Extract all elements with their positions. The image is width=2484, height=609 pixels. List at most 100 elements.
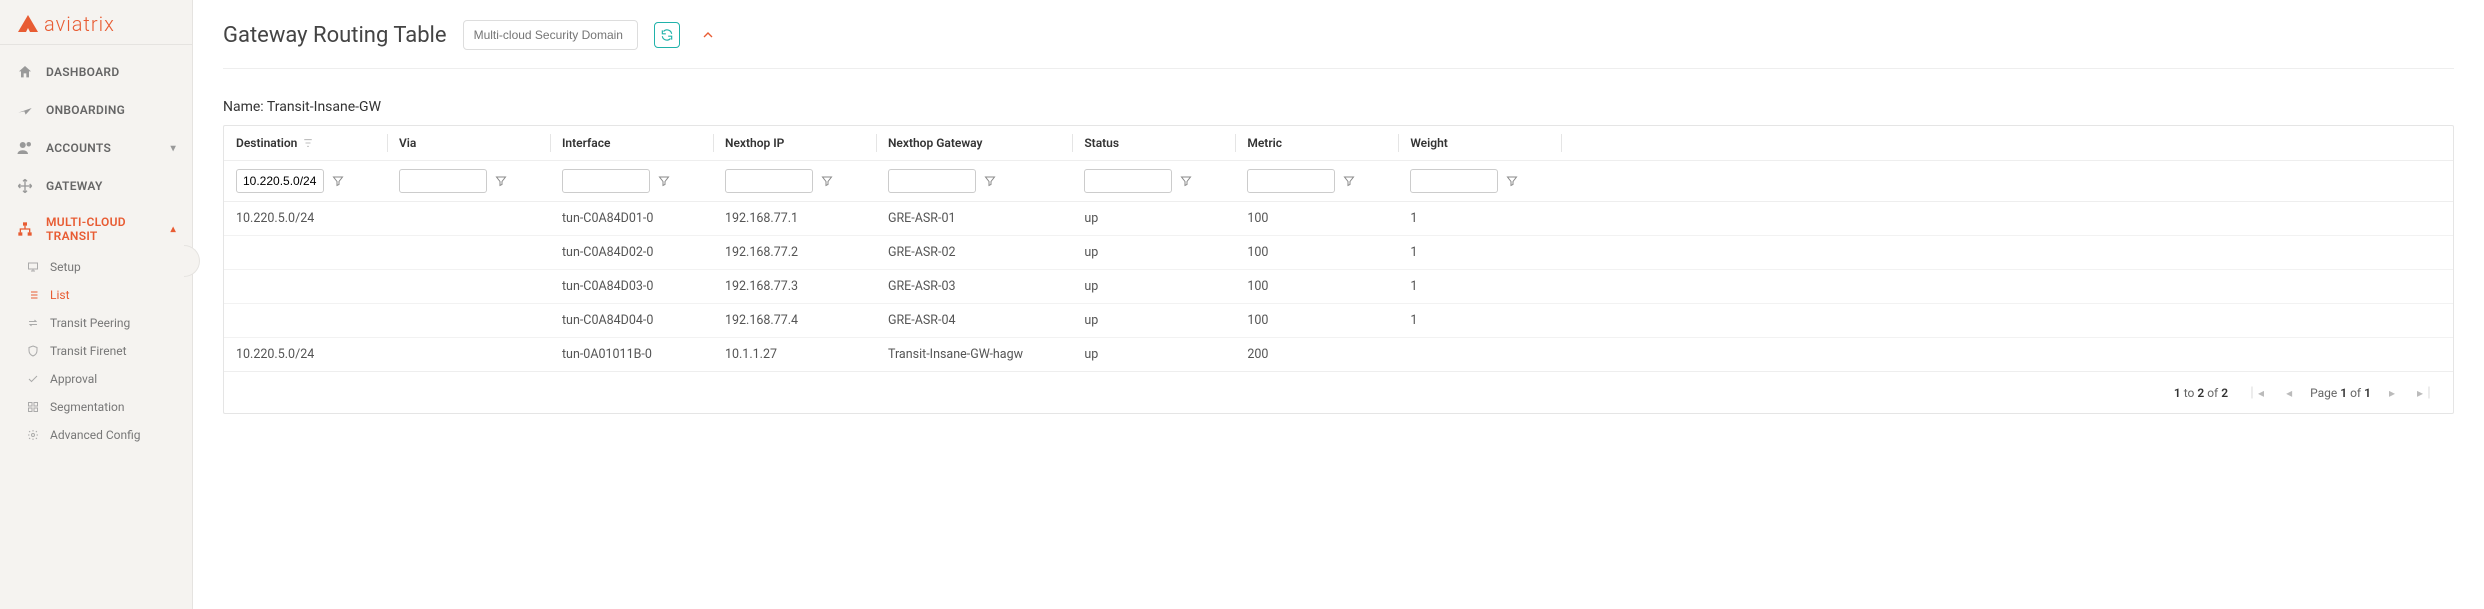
cell-nexthop_gw: GRE-ASR-03	[876, 270, 1072, 304]
cell-nexthop_ip: 10.1.1.27	[713, 338, 876, 372]
nav-onboarding[interactable]: ONBOARDING	[0, 91, 192, 129]
filter-icon[interactable]	[1506, 175, 1518, 187]
sort-icon	[303, 138, 313, 148]
gateway-name: Name: Transit-Insane-GW	[223, 99, 2454, 115]
routing-table: Destination Via Interface Nexthop IP Nex…	[223, 125, 2454, 414]
filter-icon[interactable]	[495, 175, 507, 187]
cell-destination	[224, 236, 387, 270]
cell-via	[387, 270, 550, 304]
col-nexthop-gateway[interactable]: Nexthop Gateway	[876, 126, 1072, 161]
subnav-setup[interactable]: Setup	[0, 253, 192, 281]
monitor-icon	[26, 260, 40, 274]
logo-icon	[16, 12, 40, 36]
shield-icon	[26, 344, 40, 358]
pager-next-button[interactable]: ▸	[2385, 384, 2399, 402]
col-nexthop-ip[interactable]: Nexthop IP	[713, 126, 876, 161]
filter-nexthop-ip-input[interactable]	[725, 169, 813, 193]
cell-interface: tun-0A01011B-0	[550, 338, 713, 372]
subnav-label: Transit Firenet	[50, 344, 127, 358]
cell-weight: 1	[1398, 270, 1561, 304]
security-domain-input[interactable]	[463, 20, 638, 50]
cell-weight	[1398, 338, 1561, 372]
subnav-segmentation[interactable]: Segmentation	[0, 393, 192, 421]
nav-accounts[interactable]: ACCOUNTS ▾	[0, 129, 192, 167]
home-icon	[16, 63, 34, 81]
cell-nexthop_gw: GRE-ASR-02	[876, 236, 1072, 270]
col-interface[interactable]: Interface	[550, 126, 713, 161]
filter-icon[interactable]	[984, 175, 996, 187]
nav-label: GATEWAY	[46, 179, 176, 193]
col-weight[interactable]: Weight	[1398, 126, 1561, 161]
cell-nexthop_gw: GRE-ASR-04	[876, 304, 1072, 338]
table-row[interactable]: tun-C0A84D04-0192.168.77.4GRE-ASR-04up10…	[224, 304, 2453, 338]
sitemap-icon	[16, 220, 34, 238]
subnav-approval[interactable]: Approval	[0, 365, 192, 393]
filter-icon[interactable]	[332, 175, 344, 187]
table-row[interactable]: tun-C0A84D03-0192.168.77.3GRE-ASR-03up10…	[224, 270, 2453, 304]
filter-interface-input[interactable]	[562, 169, 650, 193]
caret-down-icon: ▾	[171, 143, 176, 154]
cell-weight: 1	[1398, 202, 1561, 236]
col-status[interactable]: Status	[1072, 126, 1235, 161]
nav-multi-cloud-transit[interactable]: MULTI-CLOUD TRANSIT ▴	[0, 205, 192, 253]
cell-nexthop_gw: Transit-Insane-GW-hagw	[876, 338, 1072, 372]
subnav-label: Approval	[50, 372, 97, 386]
filter-via-input[interactable]	[399, 169, 487, 193]
subnav-label: Segmentation	[50, 400, 125, 414]
col-metric[interactable]: Metric	[1235, 126, 1398, 161]
cell-status: up	[1072, 202, 1235, 236]
cell-nexthop_gw: GRE-ASR-01	[876, 202, 1072, 236]
chevron-up-icon	[700, 27, 716, 43]
nav-label: DASHBOARD	[46, 65, 176, 79]
main-content: Gateway Routing Table Name: Transit-Insa…	[193, 0, 2484, 609]
filter-destination-input[interactable]	[236, 169, 324, 193]
nav-label: MULTI-CLOUD TRANSIT	[46, 215, 159, 243]
cell-nexthop_ip: 192.168.77.3	[713, 270, 876, 304]
sidebar: aviatrix DASHBOARD ONBOARDING ACCOUNTS ▾…	[0, 0, 193, 609]
cell-weight: 1	[1398, 304, 1561, 338]
subnav-transit-firenet[interactable]: Transit Firenet	[0, 337, 192, 365]
caret-up-icon: ▴	[171, 224, 176, 235]
plane-icon	[16, 101, 34, 119]
cell-interface: tun-C0A84D02-0	[550, 236, 713, 270]
refresh-button[interactable]	[654, 22, 680, 48]
subnav-advanced-config[interactable]: Advanced Config	[0, 421, 192, 449]
pager-prev-button[interactable]: ◂	[2282, 384, 2296, 402]
subnav: Setup List Transit Peering Transit Firen…	[0, 253, 192, 455]
gear-icon	[26, 428, 40, 442]
check-icon	[26, 372, 40, 386]
cell-destination	[224, 304, 387, 338]
table-row[interactable]: 10.220.5.0/24tun-C0A84D01-0192.168.77.1G…	[224, 202, 2453, 236]
table-body: 10.220.5.0/24tun-C0A84D01-0192.168.77.1G…	[224, 202, 2453, 372]
subnav-transit-peering[interactable]: Transit Peering	[0, 309, 192, 337]
col-destination[interactable]: Destination	[224, 126, 387, 161]
filter-icon[interactable]	[1343, 175, 1355, 187]
subnav-list[interactable]: List	[0, 281, 192, 309]
move-icon	[16, 177, 34, 195]
table-row[interactable]: tun-C0A84D02-0192.168.77.2GRE-ASR-02up10…	[224, 236, 2453, 270]
filter-nexthop-gw-input[interactable]	[888, 169, 976, 193]
filter-icon[interactable]	[821, 175, 833, 187]
pager: 1 to 2 of 2 ｜◂ ◂ Page 1 of 1 ▸ ▸｜	[224, 371, 2453, 413]
refresh-icon	[660, 28, 674, 42]
filter-metric-input[interactable]	[1247, 169, 1335, 193]
filter-weight-input[interactable]	[1410, 169, 1498, 193]
filter-icon[interactable]	[1180, 175, 1192, 187]
filter-status-input[interactable]	[1084, 169, 1172, 193]
col-via[interactable]: Via	[387, 126, 550, 161]
main-nav: DASHBOARD ONBOARDING ACCOUNTS ▾ GATEWAY …	[0, 45, 192, 463]
subnav-label: Transit Peering	[50, 316, 130, 330]
filter-icon[interactable]	[658, 175, 670, 187]
table-row[interactable]: 10.220.5.0/24tun-0A01011B-010.1.1.27Tran…	[224, 338, 2453, 372]
subnav-label: Advanced Config	[50, 428, 141, 442]
pager-last-button[interactable]: ▸｜	[2413, 382, 2439, 403]
nav-dashboard[interactable]: DASHBOARD	[0, 53, 192, 91]
pager-first-button[interactable]: ｜◂	[2242, 382, 2268, 403]
collapse-section-button[interactable]	[696, 23, 720, 47]
swap-icon	[26, 316, 40, 330]
list-icon	[26, 288, 40, 302]
nav-gateway[interactable]: GATEWAY	[0, 167, 192, 205]
subnav-label: List	[50, 288, 70, 302]
cell-status: up	[1072, 236, 1235, 270]
nav-label: ACCOUNTS	[46, 141, 159, 155]
